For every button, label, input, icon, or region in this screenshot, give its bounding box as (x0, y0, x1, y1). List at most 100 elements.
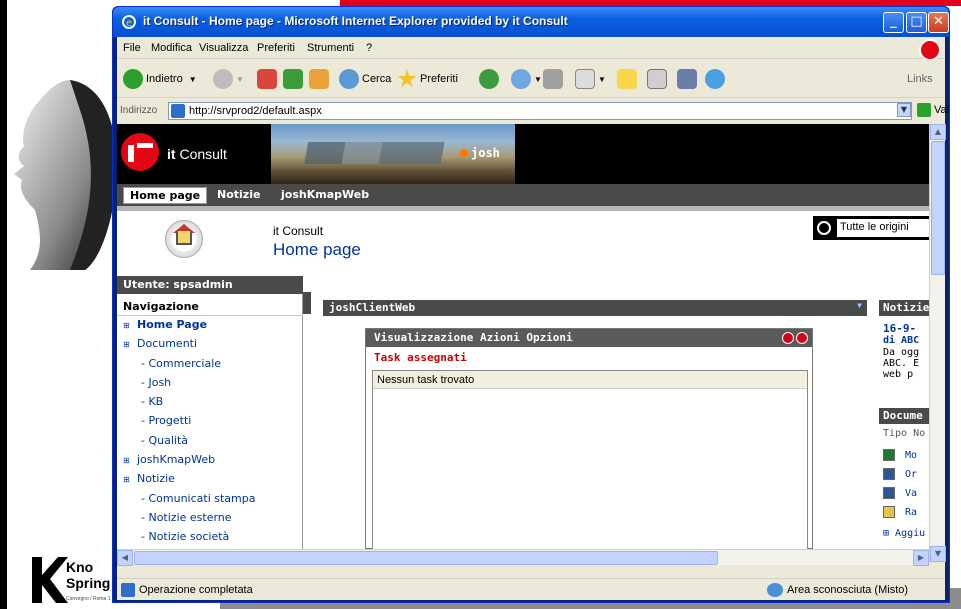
document-row[interactable]: Mo (883, 446, 917, 464)
close-button[interactable]: ✕ (928, 12, 949, 33)
tab-home-page[interactable]: Home page (123, 187, 208, 204)
webpart-title: joshClientWeb (329, 301, 416, 314)
sidebar-item[interactable]: - Notizie esterne (123, 511, 301, 530)
menu-strumenti[interactable]: Strumenti (307, 42, 354, 54)
favorites-button[interactable]: Preferiti (397, 68, 458, 90)
document-row[interactable]: Ra (883, 503, 917, 521)
page-icon (171, 104, 185, 118)
task-menu[interactable]: Visualizzazione Azioni Opzioni (374, 331, 573, 344)
go-button[interactable]: Vai (917, 103, 949, 117)
scroll-down-icon[interactable]: ▼ (930, 546, 946, 562)
word-icon (883, 468, 895, 480)
scroll-thumb[interactable] (931, 141, 945, 275)
add-document-link[interactable]: ⊞ Aggiu (883, 528, 925, 539)
chevron-down-icon: ▼ (236, 74, 244, 84)
menu-file[interactable]: File (123, 42, 141, 54)
sidebar-item[interactable]: - KB (123, 395, 301, 414)
sidebar-item[interactable]: - Commerciale (123, 357, 301, 376)
messenger-button[interactable] (705, 68, 728, 90)
menu-help[interactable]: ? (366, 42, 372, 54)
forward-button[interactable]: ▼ (213, 68, 244, 90)
star-icon (397, 69, 417, 88)
stop-icon[interactable] (782, 332, 794, 344)
minimize-button[interactable]: _ (883, 12, 904, 33)
tab-notizie[interactable]: Notizie (217, 188, 260, 201)
menu-visualizza[interactable]: Visualizza (199, 42, 248, 54)
page-done-icon (121, 583, 135, 597)
presentation-slide: Kno Spring 2006 Convegno / Roma 1 aprile… (0, 0, 961, 609)
document-row[interactable]: Va (883, 484, 917, 502)
chevron-down-icon: ▼ (598, 74, 606, 84)
document-row[interactable]: Or (883, 465, 917, 483)
banner-label: josh (471, 146, 500, 160)
tab-joshkmapweb[interactable]: joshKmapWeb (281, 188, 369, 201)
mail-button[interactable]: ▼ (511, 68, 542, 90)
title-bar[interactable]: e it Consult - Home page - Microsoft Int… (113, 7, 949, 37)
site-top-nav: Home page Notizie joshKmapWeb (117, 184, 929, 206)
k-logo-icon (32, 557, 68, 603)
search-icon[interactable] (817, 221, 831, 235)
sidebar-item[interactable]: - Notizie società (123, 530, 301, 549)
edit-button[interactable]: ▼ (575, 68, 606, 90)
refresh-button[interactable] (283, 68, 306, 90)
brand-consult: Consult (175, 146, 227, 162)
news-title[interactable]: di ABC (883, 335, 919, 346)
address-dropdown-icon[interactable]: ▼ (897, 103, 911, 117)
news-line: ABC. E (883, 358, 920, 369)
ie-window: e it Consult - Home page - Microsoft Int… (112, 6, 950, 603)
scroll-up-icon[interactable]: ▲ (930, 124, 946, 140)
news-line: Da ogg (883, 347, 920, 358)
document-name: Mo (905, 449, 918, 461)
globe-icon (767, 583, 783, 597)
menu-modifica[interactable]: Modifica (151, 42, 192, 54)
address-bar: Indirizzo http://srvprod2/default.aspx ▼… (117, 100, 949, 122)
sidebar-item[interactable]: - Josh (123, 376, 301, 395)
sidebar-item[interactable]: ⊞ Home Page (123, 318, 301, 337)
info-icon[interactable] (796, 332, 808, 344)
maximize-button[interactable]: □ (906, 12, 927, 33)
print-button[interactable] (543, 68, 566, 90)
back-button[interactable]: Indietro ▼ (123, 68, 197, 90)
note-icon (617, 69, 637, 89)
news-date[interactable]: 16-9- (883, 322, 916, 335)
sidebar-item[interactable]: ⊞ Documenti (123, 337, 301, 356)
back-label: Indietro (146, 73, 183, 85)
links-button[interactable]: Links (907, 68, 933, 90)
ie-logo-icon: e (122, 15, 136, 29)
sidebar-item[interactable]: - Qualità (123, 434, 301, 453)
discuss-button[interactable] (617, 68, 640, 90)
sidebar-item-label: - Commerciale (141, 356, 222, 370)
history-button[interactable] (479, 68, 502, 90)
scroll-thumb[interactable] (134, 551, 718, 565)
address-url: http://srvprod2/default.aspx (189, 105, 322, 117)
sidebar-item[interactable]: - Progetti (123, 414, 301, 433)
menu-preferiti[interactable]: Preferiti (257, 42, 295, 54)
navigation-list: ⊞ Home Page ⊞ Documenti - Commerciale - Josh -… (123, 318, 301, 549)
site-search: Tutte le origini (813, 216, 929, 240)
search-scope-select[interactable]: Tutte le origini (837, 219, 929, 237)
sidebar-item[interactable]: ⊞ joshKmapWeb (123, 453, 301, 472)
sidebar-item[interactable]: ⊞ Notizie (123, 472, 301, 491)
favorites-label: Preferiti (420, 73, 458, 85)
page-viewport: it Consult josh Home page Notizie joshKm… (117, 124, 929, 549)
search-button[interactable]: Cerca (339, 68, 391, 90)
vertical-scrollbar[interactable]: ▲ ▼ (929, 124, 946, 562)
chevron-down-icon: ▼ (534, 74, 542, 84)
navigation-heading: Navigazione (117, 298, 303, 316)
collapse-handle[interactable] (303, 292, 311, 314)
research-button[interactable] (647, 68, 670, 90)
scroll-left-icon[interactable]: ◀ (117, 550, 133, 566)
home-button[interactable] (309, 68, 332, 90)
sidebar-item[interactable]: - Comunicati stampa (123, 492, 301, 511)
webpart-menu-icon[interactable]: ▼ (857, 301, 862, 310)
address-input[interactable]: http://srvprod2/default.aspx (168, 102, 912, 120)
expand-icon: ⊞ (123, 475, 130, 485)
research-books-button[interactable] (677, 68, 700, 90)
security-zone[interactable]: Area sconosciuta (Misto) (767, 583, 908, 597)
scroll-right-icon[interactable]: ▶ (913, 550, 929, 566)
stop-button[interactable] (257, 68, 280, 90)
task-menu-bar: Visualizzazione Azioni Opzioni (366, 329, 812, 347)
horizontal-scrollbar[interactable]: ◀ ▶ (117, 549, 929, 566)
document-name: Va (905, 487, 918, 499)
face-artwork (14, 80, 117, 270)
